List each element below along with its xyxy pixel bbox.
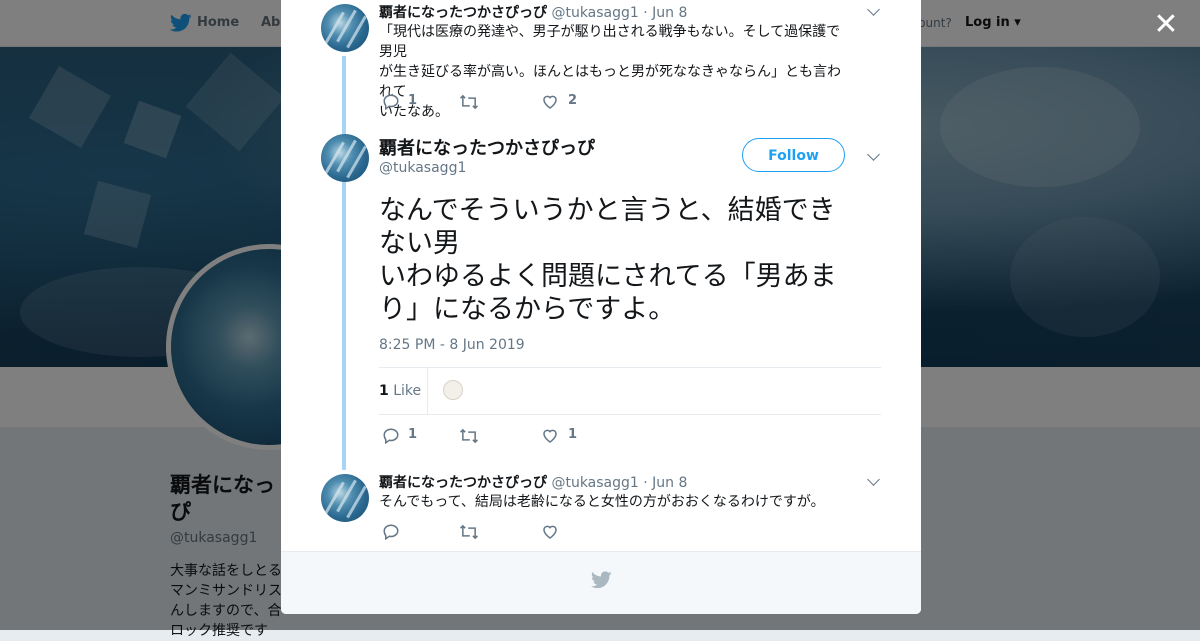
stats-divider	[427, 368, 428, 414]
tweet-text-line: いたなあ。	[379, 104, 449, 120]
main-tweet-author-handle[interactable]: @tukasagg1	[379, 160, 466, 176]
avatar[interactable]	[321, 474, 369, 522]
tweet-date[interactable]: Jun 8	[652, 475, 687, 491]
tweet-date[interactable]: Jun 8	[652, 5, 687, 21]
tweet-author-handle[interactable]: @tukasagg1	[551, 5, 638, 21]
reply-icon[interactable]	[382, 427, 400, 445]
like-count: 2	[568, 93, 578, 108]
tweet-text-line: 「現代は医療の発達や、男子が駆り出される戦争もない。そして過保護で男児	[379, 24, 841, 60]
tweet-text-line: が生き延びる率が高い。ほんとはもっと男が死ななきゃならん」とも言われて	[379, 64, 841, 100]
tweet-text-line: そんでもって、結局は老齢になると女性の方がおおくなるわけですが。	[379, 494, 825, 510]
tweet-stats: 1 Like	[379, 367, 881, 415]
tweet-text: そんでもって、結局は老齢になると女性の方がおおくなるわけですが。	[379, 492, 849, 512]
like-stat-count: 1	[379, 383, 389, 399]
avatar[interactable]	[321, 4, 369, 52]
main-tweet-text: なんでそういうかと言うと、結婚でき ない男 いわゆるよく問題にされてる「男あま …	[379, 194, 869, 326]
chevron-down-icon[interactable]	[867, 3, 880, 16]
like-count: 1	[568, 427, 578, 442]
reply-count: 1	[408, 93, 418, 108]
tweet-author-name[interactable]: 覇者になったつかさぴっぴ	[379, 475, 547, 491]
thread-connector	[342, 56, 346, 470]
liker-avatar[interactable]	[443, 380, 463, 400]
modal-footer	[281, 551, 921, 614]
main-tweet-text-line: り」になるからですよ。	[379, 294, 676, 325]
twitter-bird-icon	[591, 571, 612, 589]
tweet-author-handle[interactable]: @tukasagg1	[551, 475, 638, 491]
reply-count: 1	[408, 427, 418, 442]
retweet-icon[interactable]	[459, 93, 479, 111]
close-icon[interactable]: ✕	[1153, 10, 1179, 40]
tweet-modal: 覇者になったつかさぴっぴ @tukasagg1 · Jun 8 「現代は医療の発…	[281, 0, 921, 614]
like-stat-label: Like	[393, 383, 422, 399]
follow-button[interactable]: Follow	[742, 138, 845, 172]
heart-icon[interactable]	[541, 523, 559, 541]
retweet-icon[interactable]	[459, 523, 479, 541]
heart-icon[interactable]	[541, 93, 559, 111]
main-tweet-text-line: いわゆるよく問題にされてる「男あま	[379, 261, 837, 292]
main-tweet-text-line: ない男	[379, 228, 460, 259]
heart-icon[interactable]	[541, 427, 559, 445]
reply-icon[interactable]	[382, 93, 400, 111]
like-stat[interactable]: 1 Like	[379, 383, 421, 399]
chevron-down-icon[interactable]	[867, 473, 880, 486]
tweet-header: 覇者になったつかさぴっぴ @tukasagg1 · Jun 8	[379, 475, 688, 491]
tweet-author-name[interactable]: 覇者になったつかさぴっぴ	[379, 5, 547, 21]
avatar[interactable]	[321, 134, 369, 182]
main-tweet-text-line: なんでそういうかと言うと、結婚でき	[379, 195, 836, 226]
tweet-header: 覇者になったつかさぴっぴ @tukasagg1 · Jun 8	[379, 5, 688, 21]
tweet-text: 「現代は医療の発達や、男子が駆り出される戦争もない。そして過保護で男児 が生き延…	[379, 22, 849, 122]
main-tweet-timestamp[interactable]: 8:25 PM - 8 Jun 2019	[379, 337, 525, 353]
main-tweet-author-name[interactable]: 覇者になったつかさぴっぴ	[379, 134, 595, 160]
chevron-down-icon[interactable]	[867, 148, 880, 161]
retweet-icon[interactable]	[459, 427, 479, 445]
reply-icon[interactable]	[382, 523, 400, 541]
